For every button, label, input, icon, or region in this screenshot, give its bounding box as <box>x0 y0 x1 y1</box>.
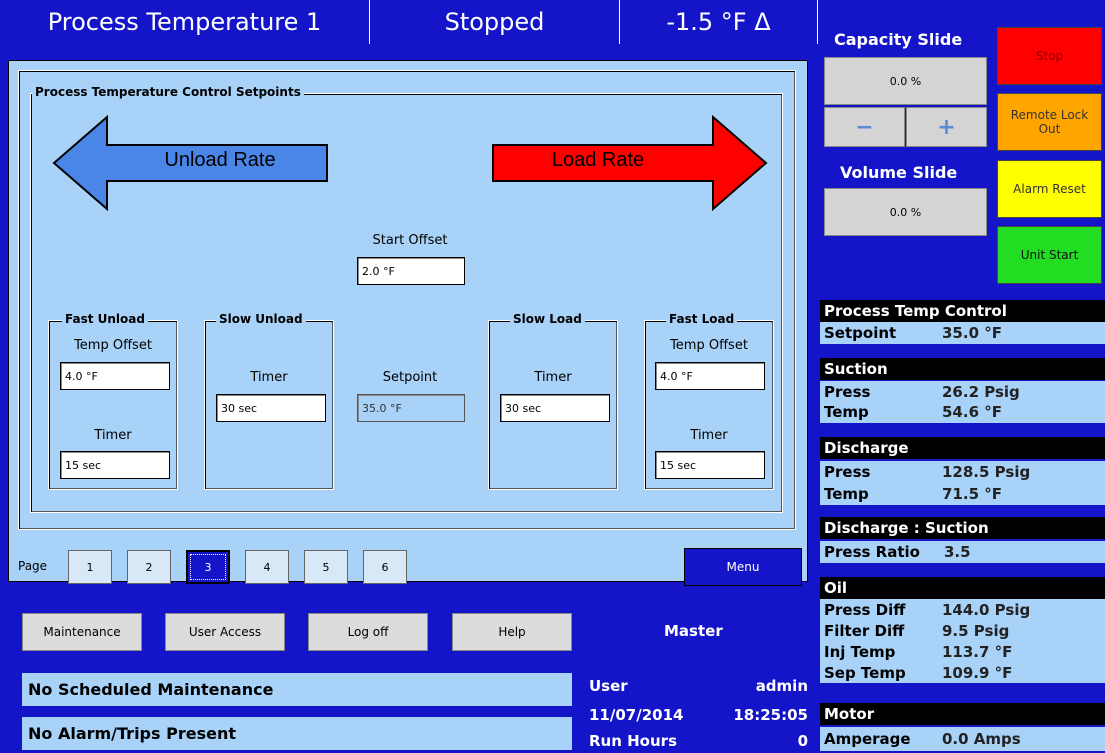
ratio-value: 3.5 <box>944 543 971 561</box>
page-2-button[interactable]: 2 <box>127 550 171 584</box>
discharge-temp-row: Temp 71.5 °F <box>820 483 1105 505</box>
page-4-button[interactable]: 4 <box>245 550 289 584</box>
alarm-status: No Alarm/Trips Present <box>22 717 572 750</box>
capacity-slide-value: 0.0 % <box>824 57 987 105</box>
slow-unload-timer-label: Timer <box>250 370 288 385</box>
fast-load-temp-offset-label: Temp Offset <box>670 338 748 353</box>
fast-unload-temp-offset-input[interactable]: 4.0 °F <box>60 362 170 390</box>
slow-load-timer-input[interactable]: 30 sec <box>500 394 610 422</box>
slow-unload-timer-input[interactable]: 30 sec <box>216 394 326 422</box>
setpoint-readonly: 35.0 °F <box>357 394 465 422</box>
stop-button[interactable]: Stop <box>997 27 1102 85</box>
ptc-setpoint-row: Setpoint 35.0 °F <box>820 322 1105 344</box>
header-state: Stopped <box>370 0 620 44</box>
slow-load-title: Slow Load <box>510 312 585 326</box>
motor-amp-value: 0.0 Amps <box>942 730 1021 748</box>
fast-unload-timer-label: Timer <box>94 428 132 443</box>
remote-lock-out-button[interactable]: Remote Lock Out <box>997 93 1102 151</box>
fast-load-title: Fast Load <box>666 312 738 326</box>
alarm-reset-button[interactable]: Alarm Reset <box>997 160 1102 218</box>
oil-title: Oil <box>820 577 1105 599</box>
load-rate-label: Load Rate <box>551 149 645 171</box>
ptc-setpoint-value: 35.0 °F <box>942 324 1002 342</box>
ptc-setpoint-key: Setpoint <box>824 324 897 342</box>
fast-unload-title: Fast Unload <box>62 312 148 326</box>
discharge-title: Discharge <box>820 437 1105 459</box>
motor-title: Motor <box>820 703 1105 725</box>
slow-load-timer-label: Timer <box>534 370 572 385</box>
maintenance-status: No Scheduled Maintenance <box>22 673 572 706</box>
oil-press-row: Press Diff 144.0 Psig <box>820 599 1105 620</box>
fast-load-timer-label: Timer <box>690 428 728 443</box>
time-value: 18:25:05 <box>733 706 808 724</box>
ratio-key: Press Ratio <box>824 543 920 561</box>
discharge-press-value: 128.5 Psig <box>942 463 1031 481</box>
oil-sep-key: Sep Temp <box>824 663 906 682</box>
run-hours-value: 0 <box>797 732 808 750</box>
maintenance-button[interactable]: Maintenance <box>22 613 142 651</box>
oil-press-value: 144.0 Psig <box>942 600 1031 619</box>
discharge-temp-key: Temp <box>824 485 869 503</box>
header-title: Process Temperature 1 <box>0 0 370 44</box>
oil-filter-value: 9.5 Psig <box>942 621 1010 640</box>
suction-title: Suction <box>820 358 1105 380</box>
ratio-row: Press Ratio 3.5 <box>820 541 1105 563</box>
setpoint-label: Setpoint <box>382 370 438 385</box>
page-6-button[interactable]: 6 <box>363 550 407 584</box>
motor-amp-key: Amperage <box>824 730 911 748</box>
suction-temp-key: Temp <box>824 403 869 421</box>
date-value: 11/07/2014 <box>589 706 684 724</box>
motor-amp-row: Amperage 0.0 Amps <box>820 727 1105 751</box>
user-access-button[interactable]: User Access <box>165 613 285 651</box>
suction-temp-value: 54.6 °F <box>942 403 1002 421</box>
oil-sep-value: 109.9 °F <box>942 663 1013 682</box>
slow-unload-title: Slow Unload <box>216 312 306 326</box>
page-1-button[interactable]: 1 <box>68 550 112 584</box>
page-label: Page <box>18 559 48 573</box>
ptc-title: Process Temp Control <box>820 300 1105 322</box>
discharge-press-key: Press <box>824 463 871 481</box>
fast-load-temp-offset-input[interactable]: 4.0 °F <box>655 362 765 390</box>
help-button[interactable]: Help <box>452 613 572 651</box>
start-offset-input[interactable]: 2.0 °F <box>357 257 465 285</box>
oil-sep-row: Sep Temp 109.9 °F <box>820 662 1105 683</box>
discharge-press-row: Press 128.5 Psig <box>820 461 1105 483</box>
menu-button[interactable]: Menu <box>684 548 802 586</box>
discharge-temp-value: 71.5 °F <box>942 485 1002 503</box>
header-delta: -1.5 °F Δ <box>620 0 818 44</box>
role-label: Master <box>664 622 723 640</box>
oil-filter-key: Filter Diff <box>824 621 905 640</box>
volume-slide-value: 0.0 % <box>824 188 987 236</box>
user-value: admin <box>755 677 808 695</box>
suction-temp-row: Temp 54.6 °F <box>820 401 1105 423</box>
run-hours-label: Run Hours <box>589 732 677 750</box>
start-offset-label: Start Offset <box>372 233 448 248</box>
log-off-button[interactable]: Log off <box>308 613 428 651</box>
setpoints-group-title: Process Temperature Control Setpoints <box>32 85 304 99</box>
capacity-decrease-button[interactable]: − <box>824 107 905 147</box>
suction-press-row: Press 26.2 Psig <box>820 381 1105 403</box>
oil-inj-row: Inj Temp 113.7 °F <box>820 641 1105 662</box>
suction-press-key: Press <box>824 383 871 401</box>
fast-unload-timer-input[interactable]: 15 sec <box>60 451 170 479</box>
unit-start-button[interactable]: Unit Start <box>997 226 1102 284</box>
ratio-title: Discharge : Suction <box>820 517 1105 539</box>
fast-load-timer-input[interactable]: 15 sec <box>655 451 765 479</box>
suction-press-value: 26.2 Psig <box>942 383 1020 401</box>
volume-slide-title: Volume Slide <box>840 163 958 182</box>
fast-unload-temp-offset-label: Temp Offset <box>74 338 152 353</box>
oil-press-key: Press Diff <box>824 600 906 619</box>
oil-inj-key: Inj Temp <box>824 642 896 661</box>
page-5-button[interactable]: 5 <box>304 550 348 584</box>
oil-inj-value: 113.7 °F <box>942 642 1013 661</box>
capacity-slide-title: Capacity Slide <box>834 30 963 49</box>
oil-filter-row: Filter Diff 9.5 Psig <box>820 620 1105 641</box>
capacity-increase-button[interactable]: + <box>906 107 987 147</box>
unload-rate-label: Unload Rate <box>164 149 276 171</box>
page-3-button[interactable]: 3 <box>186 550 230 584</box>
user-label: User <box>589 677 628 695</box>
